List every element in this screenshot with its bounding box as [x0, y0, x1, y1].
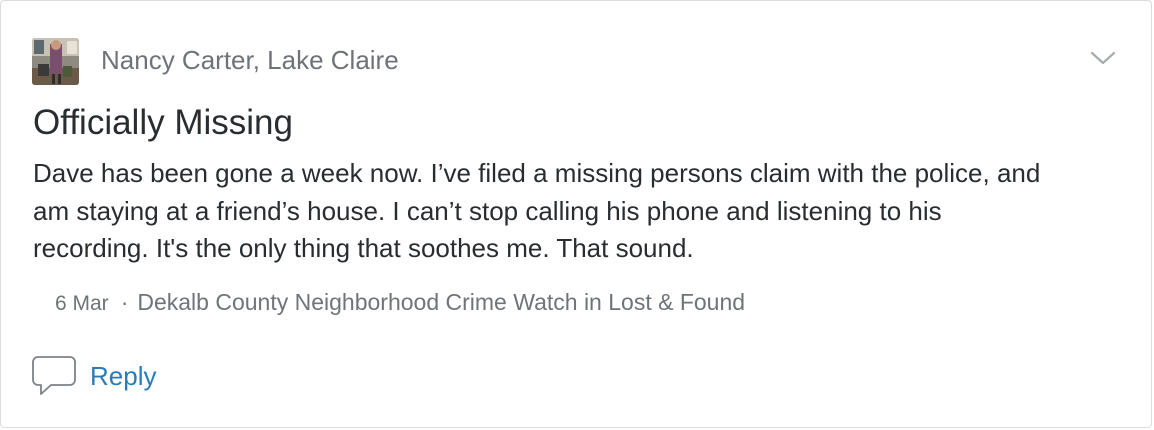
post-location[interactable]: Dekalb County Neighborhood Crime Watch i… — [137, 289, 745, 315]
post-card: Nancy Carter, Lake Claire Officially Mis… — [0, 0, 1152, 428]
meta-separator: · — [120, 289, 129, 315]
post-title[interactable]: Officially Missing — [33, 101, 293, 145]
avatar-photo — [32, 38, 79, 85]
reply-button[interactable]: Reply — [31, 354, 156, 398]
post-date[interactable]: 6 Mar — [55, 292, 109, 315]
author-name[interactable]: Nancy Carter, Lake Claire — [101, 43, 399, 77]
author-avatar[interactable] — [32, 38, 79, 85]
post-meta: 6 Mar · Dekalb County Neighborhood Crime W… — [55, 286, 745, 320]
chevron-down-icon[interactable] — [1090, 47, 1116, 69]
speech-bubble-icon — [31, 354, 77, 398]
reply-label: Reply — [90, 360, 157, 391]
post-body: Dave has been gone a week now. I’ve file… — [33, 158, 1041, 263]
